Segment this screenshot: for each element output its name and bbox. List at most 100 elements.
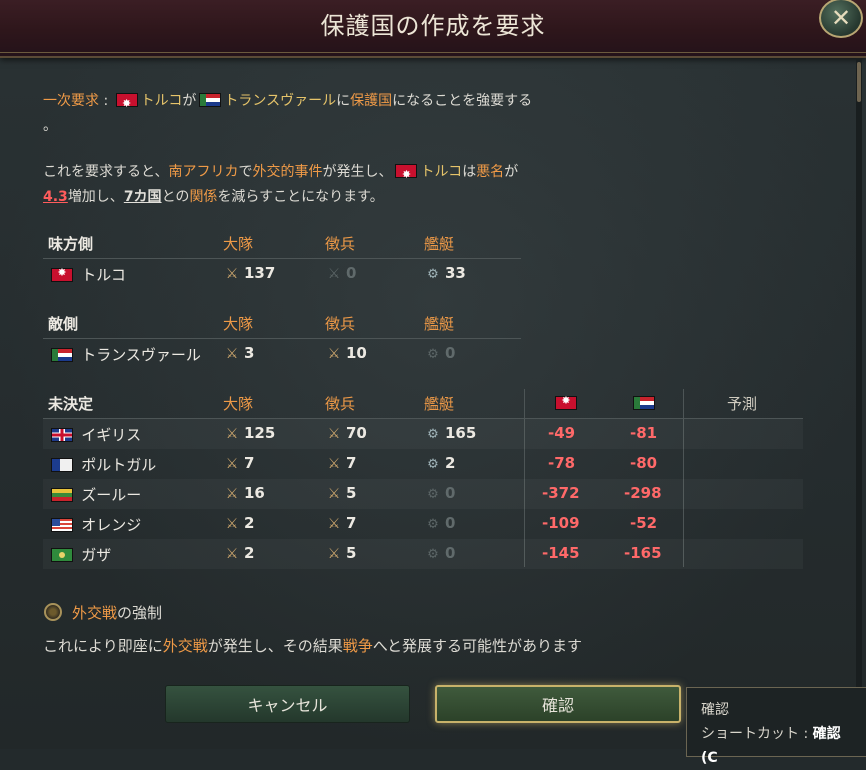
consequence-infamy[interactable]: 悪名: [476, 164, 504, 180]
undecided-country[interactable]: ガザ: [48, 544, 111, 565]
confirm-button[interactable]: 確認: [435, 685, 681, 723]
portugal-flag-icon: [51, 458, 73, 472]
undecided-conscripts: ⚔ 7: [325, 514, 357, 532]
consequence-incident[interactable]: 外交的事件: [252, 164, 322, 180]
enemy-conscripts: ⚔ 10: [325, 344, 367, 362]
ship-count: 0: [445, 484, 456, 502]
battalion-count: 3: [244, 344, 255, 362]
confirm-tooltip: 確認 ショートカット : 確認 (C: [686, 687, 866, 766]
divider: [43, 338, 521, 339]
conscript-count: 0: [346, 264, 357, 282]
conscript-count: 10: [346, 344, 367, 362]
battalion-icon: ⚔: [225, 346, 239, 362]
relation-turkey: -145: [542, 544, 580, 562]
undecided-country[interactable]: ズールー: [48, 484, 141, 505]
ship-count: 0: [445, 544, 456, 562]
ship-count: 165: [445, 424, 477, 442]
ship-icon: ⚙: [427, 487, 439, 502]
undecided-battalions: ⚔ 16: [223, 484, 265, 502]
desc-keyword-war[interactable]: 戦争: [343, 637, 373, 655]
demand-ni: に: [336, 93, 351, 109]
undecided-conscripts: ⚔ 70: [325, 424, 367, 442]
tooltip-title: 確認: [701, 702, 729, 718]
turkey-flag-icon: [51, 266, 73, 282]
consequence-de: で: [238, 164, 253, 180]
conscript-icon: ⚔: [327, 546, 341, 562]
battalion-count: 2: [244, 544, 255, 562]
undecided-battalions: ⚔ 7: [223, 454, 255, 472]
ship-icon: ⚙: [427, 547, 439, 562]
transvaal-flag-icon: [199, 93, 222, 107]
conscript-icon: ⚔: [327, 486, 341, 502]
demand-target[interactable]: トランスヴァール: [224, 93, 336, 109]
cancel-button[interactable]: キャンセル: [165, 685, 410, 723]
undecided-country[interactable]: ポルトガル: [48, 454, 156, 475]
force-option-label[interactable]: 外交戦の強制: [72, 601, 162, 626]
demand-keyword[interactable]: 保護国: [350, 93, 392, 109]
force-option-description: これにより即座に外交戦が発生し、その結果戦争へと発展する可能性があります: [43, 634, 743, 659]
scrollbar-thumb[interactable]: [857, 62, 861, 102]
consequence-actor[interactable]: トルコ: [420, 164, 462, 180]
consequence-p1: これを要求すると、: [43, 164, 169, 180]
undecided-battalions: ⚔ 2: [223, 544, 255, 562]
close-icon: ✕: [830, 4, 852, 32]
relation-turkey: -109: [542, 514, 580, 532]
desc-a: これにより即座に: [43, 637, 163, 655]
enemy-battalions: ⚔ 3: [223, 344, 255, 362]
scrollbar-track[interactable]: [856, 58, 862, 748]
allies-heading: 味方側: [48, 235, 94, 253]
undecided-country[interactable]: イギリス: [48, 424, 141, 445]
dialog-title: 保護国の作成を要求: [320, 12, 546, 40]
col-battalions: 大隊: [223, 315, 254, 333]
enemy-country[interactable]: トランスヴァール: [48, 344, 201, 365]
battalion-icon: ⚔: [225, 516, 239, 532]
consequence-to: との: [161, 189, 190, 205]
conscript-count: 5: [346, 544, 357, 562]
conscript-icon: ⚔: [327, 426, 341, 442]
consequence-p2: が発生し、: [322, 164, 393, 180]
demand-actor[interactable]: トルコ: [141, 93, 183, 109]
divider: [43, 258, 521, 259]
dialog-header: 保護国の作成を要求: [0, 0, 866, 58]
undecided-heading: 未決定: [48, 395, 94, 413]
consequence-region[interactable]: 南アフリカ: [168, 164, 238, 180]
battalion-count: 2: [244, 514, 255, 532]
ally-battalions: ⚔ 137: [223, 264, 276, 282]
uk-flag-icon: [51, 428, 73, 442]
tooltip-shortcut: ショートカット : 確認 (C: [701, 722, 862, 770]
ally-conscripts: ⚔ 0: [325, 264, 357, 282]
affected-countries-link[interactable]: 7カ国: [124, 189, 162, 205]
desc-c: へと発展する可能性があります: [372, 637, 583, 655]
consequence-p4: を減らすことになります。: [217, 189, 384, 205]
country-name: ズールー: [81, 486, 142, 504]
undecided-ships: ⚙ 165: [424, 424, 476, 442]
col-conscripts: 徴兵: [325, 315, 356, 333]
ally-country[interactable]: トルコ: [48, 264, 126, 285]
force-option-keyword[interactable]: 外交戦: [72, 604, 117, 622]
col-battalions: 大隊: [223, 395, 254, 413]
consequence-relations[interactable]: 関係: [189, 189, 217, 205]
battalion-icon: ⚔: [225, 266, 239, 282]
country-name: トランスヴァール: [81, 346, 201, 364]
turkey-flag-icon: [395, 162, 418, 187]
undecided-conscripts: ⚔ 7: [325, 454, 357, 472]
conscript-count: 5: [346, 484, 357, 502]
undecided-country[interactable]: オレンジ: [48, 514, 141, 535]
ship-icon: ⚙: [427, 457, 439, 472]
demand-ga: が: [182, 93, 197, 109]
undecided-ships: ⚙ 0: [424, 544, 455, 562]
undecided-battalions: ⚔ 125: [223, 424, 276, 442]
demand-colon: :: [99, 93, 113, 109]
ship-icon: ⚙: [427, 427, 439, 442]
desc-keyword-play[interactable]: 外交戦: [163, 637, 208, 655]
ship-count: 0: [445, 344, 456, 362]
force-diplomatic-play-radio[interactable]: [44, 603, 62, 621]
conscript-count: 70: [346, 424, 367, 442]
battalion-icon: ⚔: [225, 546, 239, 562]
row-stripe: [43, 419, 803, 449]
country-name: ポルトガル: [81, 456, 157, 474]
undecided-ships: ⚙ 0: [424, 514, 455, 532]
country-name: トルコ: [81, 266, 126, 284]
enemy-ships: ⚙ 0: [424, 344, 455, 362]
country-name: ガザ: [81, 546, 112, 564]
